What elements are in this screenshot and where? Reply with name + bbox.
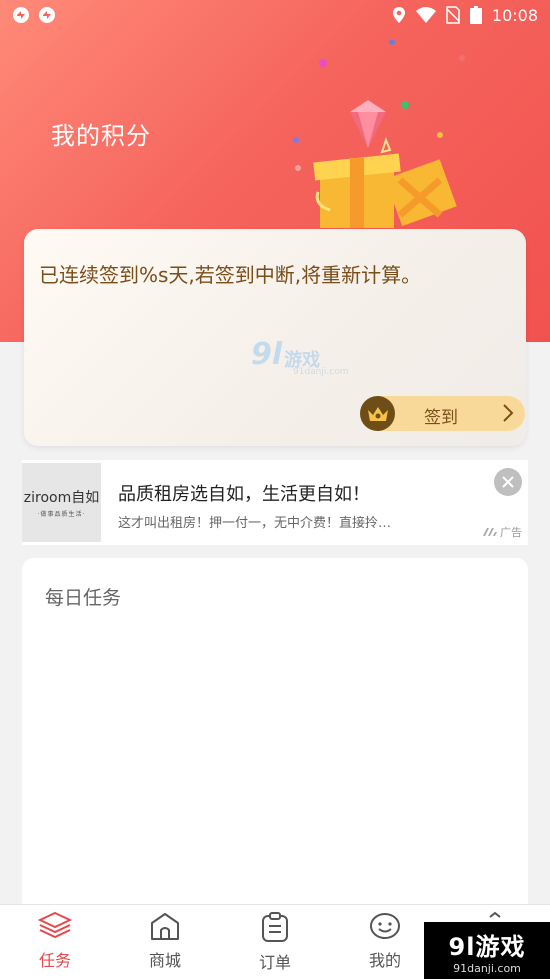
chevron-right-icon: [503, 404, 514, 422]
ad-tag: 广告: [483, 524, 522, 540]
close-icon[interactable]: [494, 468, 522, 496]
nav-tab-label: 订单: [258, 953, 291, 972]
nav-tab-label: 任务: [38, 951, 71, 970]
sign-streak-message: 已连续签到%s天,若签到中断,将重新计算。: [39, 263, 422, 287]
ad-tag-label: 广告: [500, 526, 522, 539]
profile-icon: [370, 913, 400, 939]
location-icon: [392, 7, 405, 23]
wifi-icon: [415, 7, 436, 23]
ad-thumbnail: ziroom自如 ·做事品质生活·: [22, 463, 101, 542]
battery-icon: [469, 6, 482, 24]
watermark-sub: 91danji.com: [293, 367, 349, 377]
ad-network-icon: [483, 528, 497, 536]
sign-in-button[interactable]: 签到: [360, 396, 525, 431]
watermark-logo: 9l 游戏 91danji.com: [251, 337, 348, 377]
sign-in-card: 已连续签到%s天,若签到中断,将重新计算。 9l 游戏 91danji.com …: [24, 229, 526, 446]
order-icon: [262, 912, 288, 942]
ad-logo: ziroom自如: [23, 490, 100, 506]
crown-icon: [360, 396, 395, 431]
ad-banner[interactable]: ziroom自如 ·做事品质生活· 品质租房选自如，生活更自如！ 这才叫出租房！…: [22, 460, 528, 545]
ad-description: 这才叫出租房！押一付一，无中介费！直接拎…: [118, 516, 392, 531]
daily-tasks-title: 每日任务: [45, 587, 122, 609]
corner-logo-sub: 91danji.com: [453, 961, 521, 975]
status-bar: 10:08: [0, 0, 550, 30]
nav-tab-label: 商城: [148, 951, 181, 970]
nav-tab-tasks[interactable]: 任务: [0, 905, 110, 979]
ad-logo-sub: ·做事品质生活·: [37, 511, 86, 518]
sign-in-label: 签到: [424, 408, 458, 428]
daily-tasks-panel: 每日任务: [22, 558, 528, 918]
watermark-main: 9l: [251, 337, 283, 372]
corner-watermark-logo: 9l游戏 91danji.com: [424, 922, 550, 979]
app-notification-icon: [39, 7, 55, 23]
nav-tab-orders[interactable]: 订单: [220, 905, 330, 979]
no-sim-icon: [446, 6, 460, 24]
nav-tab-label: 我的: [368, 951, 401, 970]
corner-logo-main: 9l游戏: [448, 932, 526, 961]
shop-icon: [151, 913, 179, 940]
status-time: 10:08: [491, 5, 538, 25]
layers-icon: [38, 911, 72, 939]
page-title: 我的积分: [51, 122, 151, 150]
ad-title: 品质租房选自如，生活更自如！: [118, 484, 370, 505]
gift-box-illustration: [293, 40, 465, 228]
nav-tab-shop[interactable]: 商城: [110, 905, 220, 979]
app-notification-icon: [13, 7, 29, 23]
